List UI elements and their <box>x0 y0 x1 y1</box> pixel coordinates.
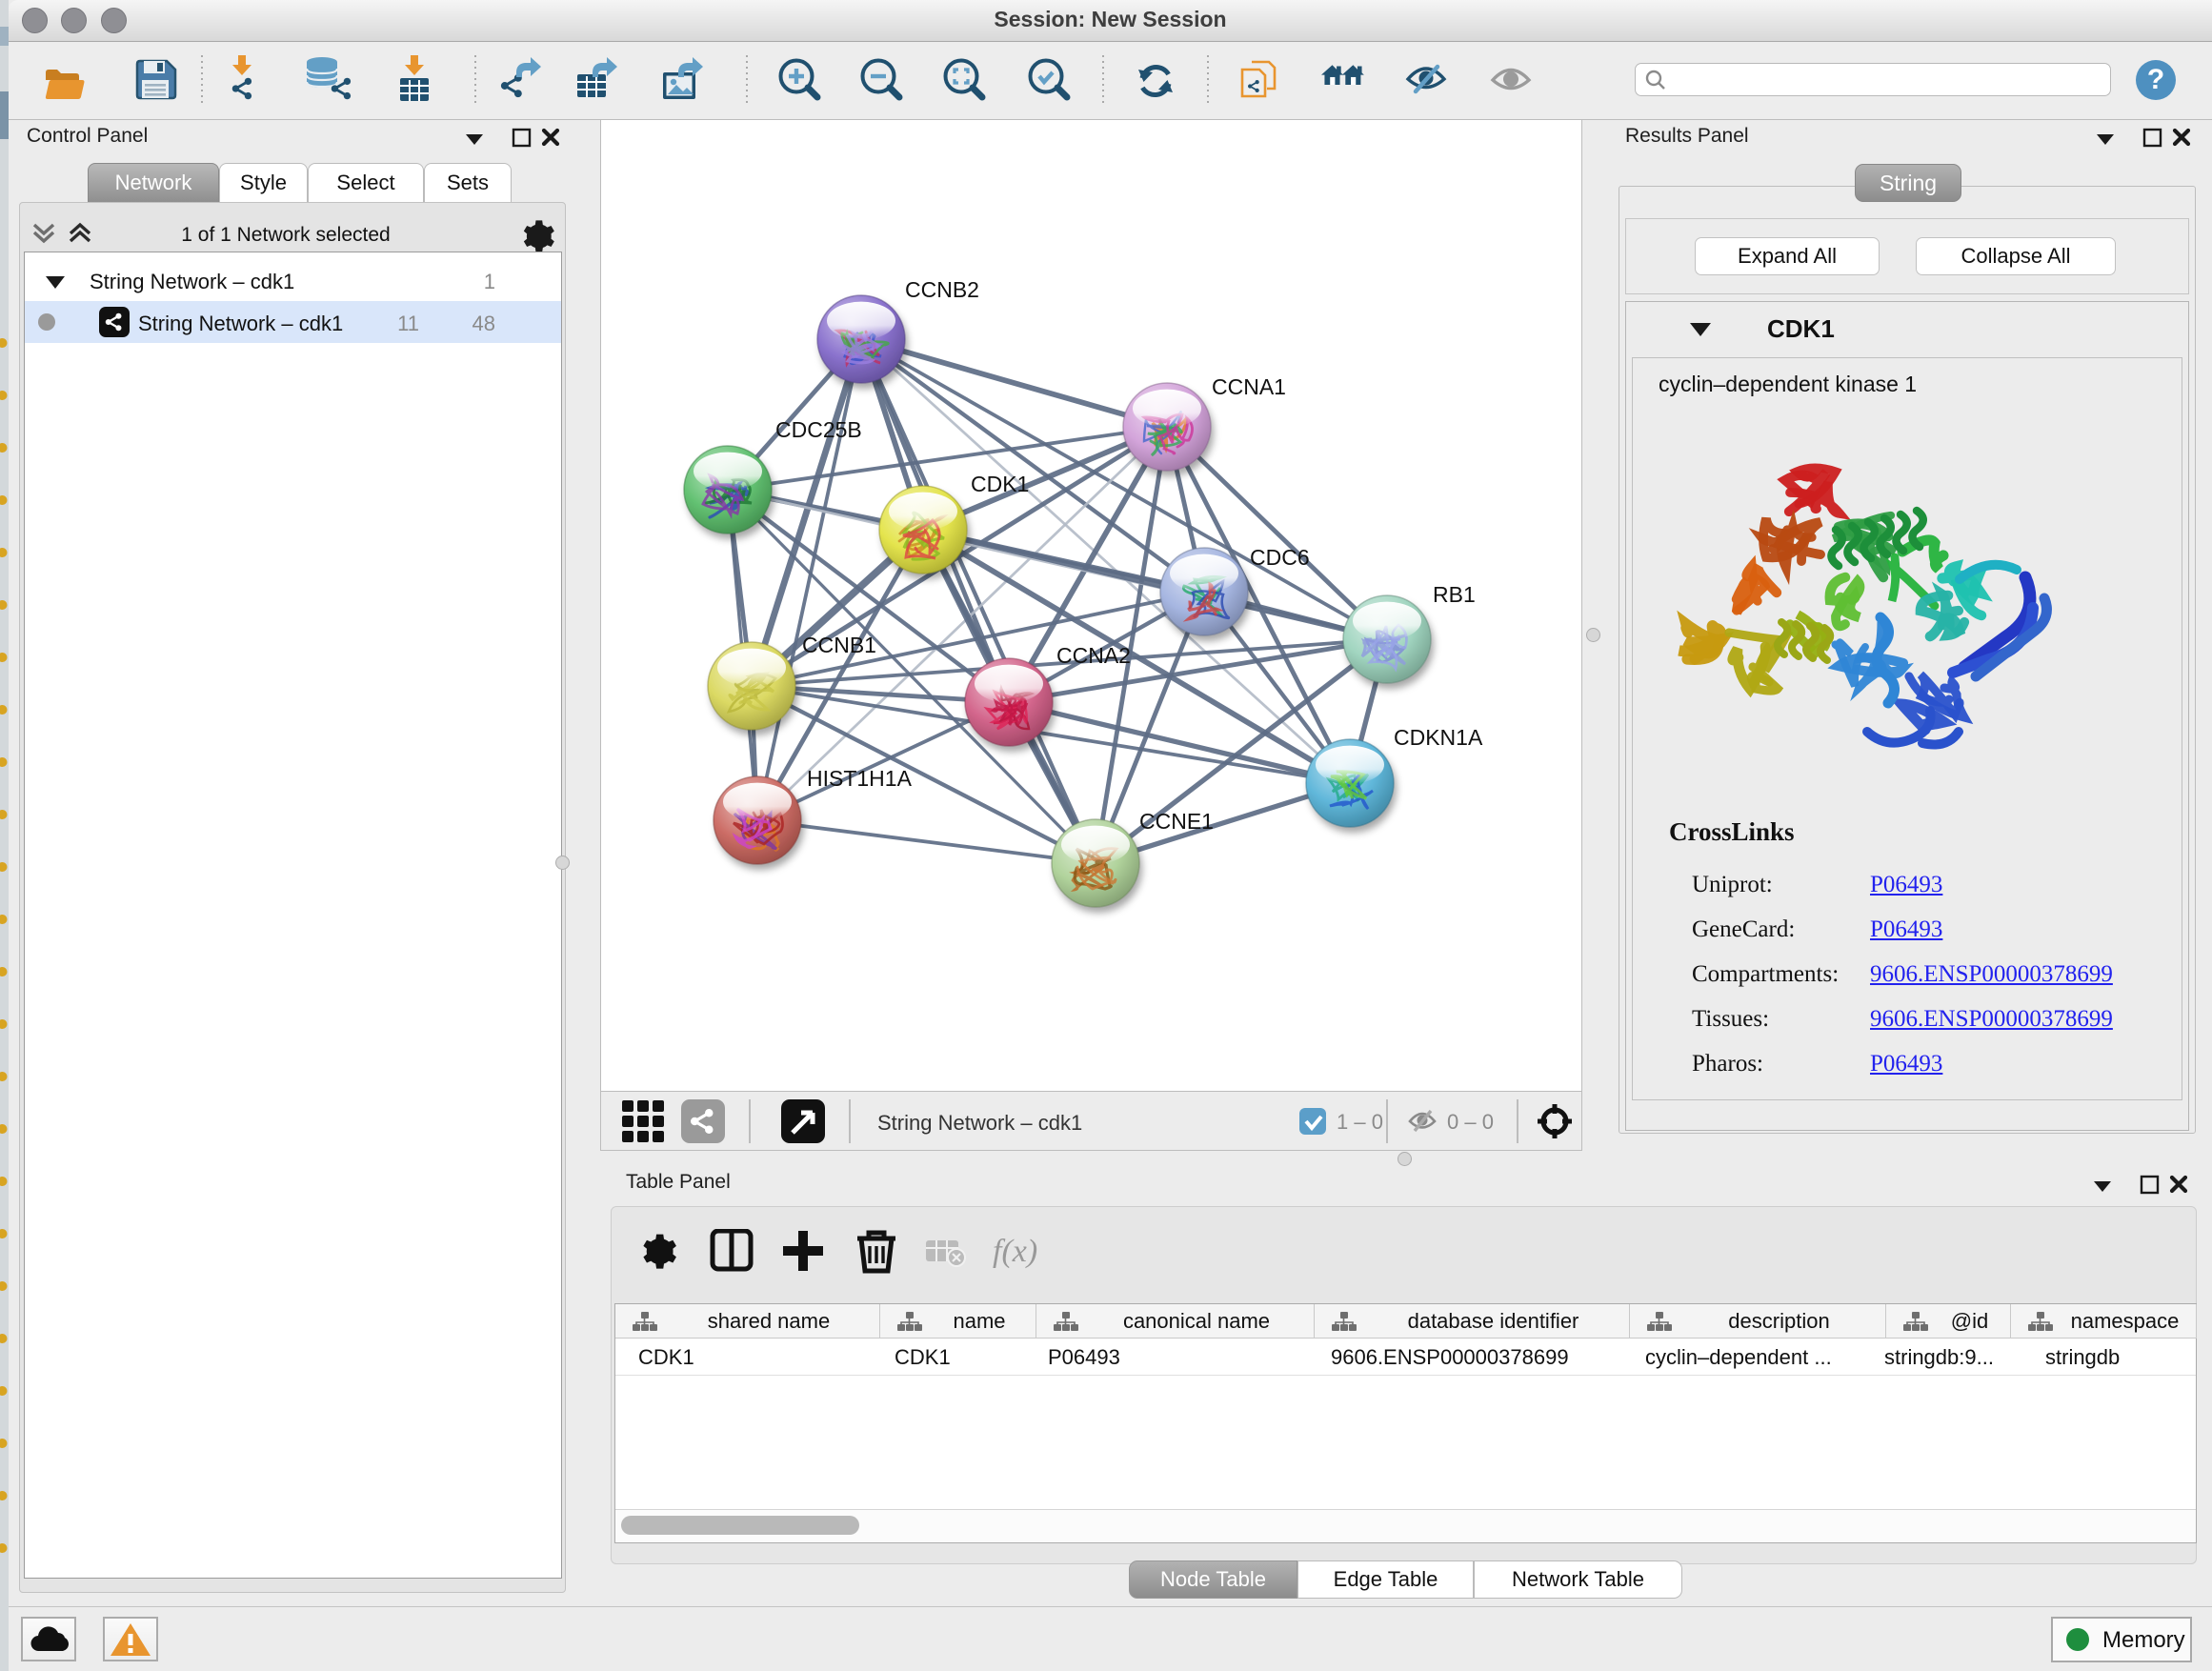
svg-text:CDC6: CDC6 <box>1250 545 1310 570</box>
svg-text:0 – 0: 0 – 0 <box>1447 1110 1494 1134</box>
svg-text:CDKN1A: CDKN1A <box>1394 725 1483 750</box>
svg-text:CCNB2: CCNB2 <box>905 277 979 302</box>
svg-text:String Network – cdk1: String Network – cdk1 <box>877 1111 1082 1135</box>
svg-text:RB1: RB1 <box>1433 582 1476 607</box>
svg-text:CCNA2: CCNA2 <box>1056 643 1131 668</box>
svg-text:CCNA1: CCNA1 <box>1212 374 1286 399</box>
svg-text:?: ? <box>2147 64 2164 95</box>
svg-text:CCNB1: CCNB1 <box>802 633 876 657</box>
svg-text:CDK1: CDK1 <box>971 472 1029 496</box>
svg-text:f(x): f(x) <box>993 1234 1037 1269</box>
svg-text:CDC25B: CDC25B <box>775 417 862 442</box>
svg-text:1 – 0: 1 – 0 <box>1337 1110 1383 1134</box>
svg-text:CCNE1: CCNE1 <box>1139 809 1214 834</box>
svg-text:HIST1H1A: HIST1H1A <box>807 766 913 791</box>
